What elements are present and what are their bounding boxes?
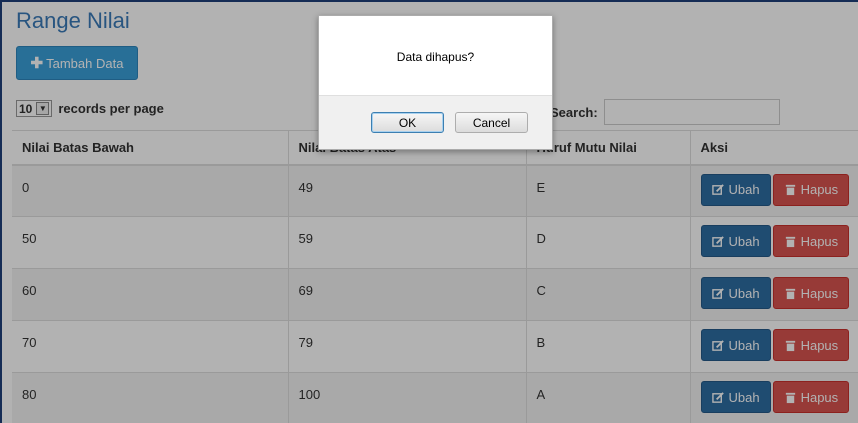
cancel-button[interactable]: Cancel — [455, 112, 528, 133]
confirm-dialog: Data dihapus? OK Cancel — [318, 15, 553, 150]
dialog-message: Data dihapus? — [396, 49, 475, 64]
ok-button[interactable]: OK — [371, 112, 444, 133]
dialog-footer: OK Cancel — [319, 95, 552, 149]
